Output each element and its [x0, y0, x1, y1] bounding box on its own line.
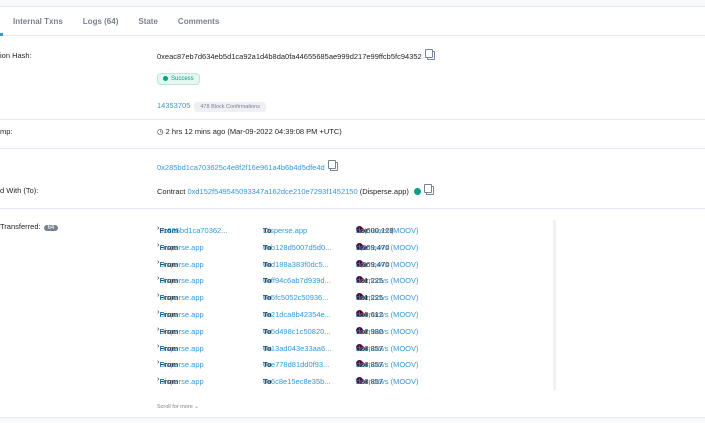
contract-prefix: Contract	[157, 187, 186, 196]
timestamp-label: mp:	[0, 127, 13, 136]
from-address-link[interactable]: Disperse.app	[160, 243, 204, 252]
to-address-link[interactable]: Disperse.app	[263, 226, 307, 235]
to-address-link[interactable]: 0x6c8e15ec8e35b...	[263, 377, 331, 386]
token-link[interactable]: dotmoovs (MOOV)	[356, 327, 419, 336]
tab-logs[interactable]: Logs (64)	[83, 17, 119, 26]
to-address-link[interactable]: 0xe778d81dd0f93...	[263, 360, 329, 369]
from-address-link[interactable]: Disperse.app	[160, 276, 204, 285]
confirmations-badge: 478 Block Confirmations	[194, 102, 266, 112]
status-badge: Success	[157, 73, 200, 85]
token-link[interactable]: dotmoovs (MOOV)	[356, 260, 419, 269]
transfer-from: › From Disperse.app	[157, 306, 204, 319]
tab-bar: Internal Txns Logs (64) State Comments	[0, 7, 705, 36]
to-address-link[interactable]: 0xb128d5007d5d0...	[263, 243, 331, 252]
from-address-link[interactable]: Disperse.app	[160, 344, 204, 353]
to-address-link[interactable]: 0x21dca8b42354e...	[263, 310, 331, 319]
token-count-badge: 64	[43, 225, 59, 231]
active-tab-indicator	[0, 33, 3, 36]
scrollbar[interactable]	[553, 220, 556, 390]
list-item: › From Disperse.app To 0x5d498c1c50820...…	[157, 321, 557, 338]
transfer-from: › From Disperse.app	[157, 340, 204, 353]
timestamp-value: ◷ 2 hrs 12 mins ago (Mar-09-2022 04:39:0…	[157, 127, 342, 136]
token-link[interactable]: dotmoovs (MOOV)	[356, 360, 419, 369]
list-item: › From Disperse.app To 0x21dca8b42354e...…	[157, 304, 557, 321]
tokens-label-text: Transferred:	[0, 222, 41, 231]
list-item: › From Disperse.app To 0x6c8e15ec8e35b...…	[157, 371, 557, 388]
to-address-link[interactable]: 0x5d498c1c50820...	[263, 327, 331, 336]
token-link[interactable]: dotmoovs (MOOV)	[356, 226, 419, 235]
from-address-link[interactable]: Disperse.app	[160, 310, 204, 319]
tx-hash-value: 0xeac87eb7d634eb5d1ca92a1d4b8da0fa446556…	[157, 49, 435, 61]
block-number-link[interactable]: 14353705	[157, 101, 190, 110]
from-address-link[interactable]: Disperse.app	[160, 293, 204, 302]
token-transfer-list[interactable]: › From 0x285bd1ca70362... To Disperse.app…	[157, 220, 557, 397]
tab-comments[interactable]: Comments	[178, 17, 219, 26]
to-address-link[interactable]: 0x5fc5052c50936...	[263, 293, 328, 302]
to-address-link[interactable]: 0xd188a383f0dc5...	[263, 260, 329, 269]
transfer-from: › From Disperse.app	[157, 273, 204, 286]
interacted-with-label: d With (To):	[0, 186, 39, 195]
transfer-from: › From Disperse.app	[157, 290, 204, 303]
from-address-link[interactable]: Disperse.app	[160, 360, 204, 369]
to-address-link[interactable]: 0xff94c6ab7d939d...	[263, 276, 331, 285]
from-address-link[interactable]: Disperse.app	[160, 377, 204, 386]
to-address-link[interactable]: 0x13ad043e33aa6...	[263, 344, 331, 353]
transfer-from: › From Disperse.app	[157, 374, 204, 387]
transfer-from: › From Disperse.app	[157, 323, 204, 336]
clock-icon: ◷	[157, 127, 164, 136]
token-link[interactable]: dotmoovs (MOOV)	[356, 344, 419, 353]
from-address-link[interactable]: 0x285bd1ca703625c4e8f2f16e961a4b6b4d5dfe…	[157, 163, 325, 172]
token-link[interactable]: dotmoovs (MOOV)	[356, 276, 419, 285]
from-address-link[interactable]: Disperse.app	[160, 327, 204, 336]
contract-address-link[interactable]: 0xd152f549545093347a162dce210e7293f14521…	[187, 187, 357, 196]
copy-icon[interactable]	[423, 184, 434, 195]
from-row: 0x285bd1ca703625c4e8f2f16e961a4b6b4d5dfe…	[157, 160, 338, 172]
token-link[interactable]: dotmoovs (MOOV)	[356, 243, 419, 252]
list-item: › From Disperse.app To 0xe778d81dd0f93...…	[157, 354, 557, 371]
copy-icon[interactable]	[424, 49, 435, 60]
status-text: Success	[171, 76, 194, 82]
from-address-link[interactable]: 0x285bd1ca70362...	[160, 226, 228, 235]
tokens-transferred-label: Transferred: 64	[0, 222, 59, 231]
copy-icon[interactable]	[327, 160, 338, 171]
tab-state[interactable]: State	[138, 17, 158, 26]
chevron-down-icon: ⌄	[194, 404, 199, 410]
divider	[0, 148, 705, 149]
from-address-link[interactable]: Disperse.app	[160, 260, 204, 269]
transaction-details-card: Internal Txns Logs (64) State Comments i…	[0, 6, 705, 418]
status-row: Success	[157, 73, 200, 85]
list-item: › From Disperse.app To 0xd188a383f0dc5...…	[157, 254, 557, 271]
list-item: › From Disperse.app To 0xb128d5007d5d0...…	[157, 237, 557, 254]
verified-check-icon	[413, 188, 421, 195]
tab-internal-txns[interactable]: Internal Txns	[13, 17, 63, 26]
block-row: 14353705 478 Block Confirmations	[157, 101, 266, 112]
transfer-from: › From 0x285bd1ca70362...	[157, 223, 228, 235]
list-item: › From Disperse.app To 0x5fc5052c50936...…	[157, 287, 557, 304]
divider	[0, 208, 705, 209]
token-link[interactable]: dotmoovs (MOOV)	[356, 293, 419, 302]
timestamp-text: 2 hrs 12 mins ago (Mar-09-2022 04:39:08 …	[165, 127, 342, 136]
transfer-from: › From Disperse.app	[157, 357, 204, 370]
scroll-for-more-hint: Scroll for more ⌄	[157, 404, 199, 410]
transfer-from: › From Disperse.app	[157, 239, 204, 252]
token-link[interactable]: dotmoovs (MOOV)	[356, 377, 419, 386]
tx-hash-text: 0xeac87eb7d634eb5d1ca92a1d4b8da0fa446556…	[157, 52, 422, 61]
contract-name: (Disperse.app)	[359, 187, 409, 196]
tx-hash-label: ion Hash:	[0, 51, 32, 60]
list-item: › From Disperse.app To 0xff94c6ab7d939d..…	[157, 270, 557, 287]
check-circle-icon	[163, 76, 168, 81]
list-item: › From Disperse.app To 0x13ad043e33aa6...…	[157, 338, 557, 355]
scroll-for-more-text: Scroll for more	[157, 404, 193, 410]
interacted-with-value: Contract 0xd152f549545093347a162dce210e7…	[157, 184, 434, 196]
transfer-from: › From Disperse.app	[157, 256, 204, 269]
list-item: › From 0x285bd1ca70362... To Disperse.app…	[157, 220, 557, 237]
token-link[interactable]: dotmoovs (MOOV)	[356, 310, 419, 319]
divider	[0, 119, 705, 120]
